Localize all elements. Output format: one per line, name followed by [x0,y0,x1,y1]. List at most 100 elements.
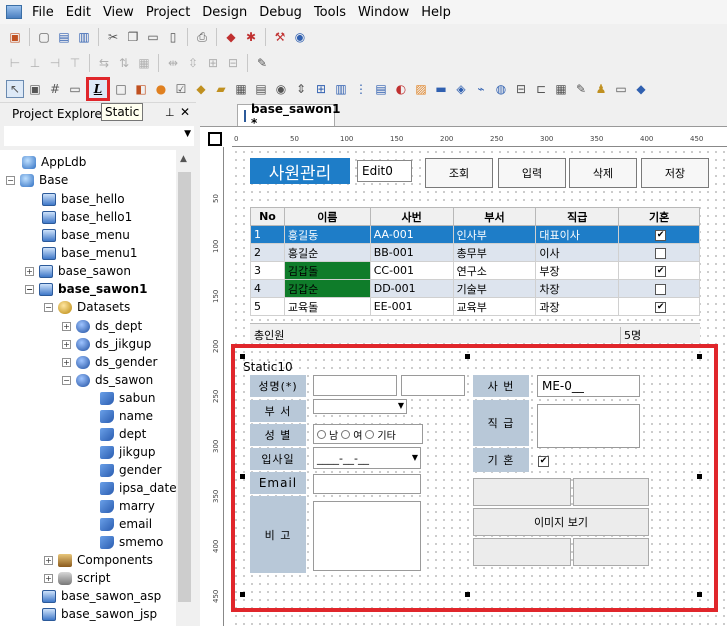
table-row[interactable]: 1 홍길동 AA-001 인사부 대표이사 ✔ [250,225,700,244]
row-marry[interactable] [618,243,700,262]
table-row[interactable]: 4 김갑순 DD-001 기술부 차장 [250,279,700,298]
expand-icon[interactable]: + [44,555,53,565]
resize-handle[interactable] [465,354,470,359]
tab-tool-icon[interactable]: ▥ [332,80,350,98]
resize-handle[interactable] [697,354,702,359]
tree-item[interactable]: dept [100,425,146,443]
menu-debug[interactable]: Debug [255,5,310,20]
calendar-tool-icon[interactable]: ▤ [372,80,390,98]
row-marry[interactable]: ✔ [618,225,700,244]
image-tool-icon[interactable]: ▦ [232,80,250,98]
pin-icon[interactable]: ✎ [253,54,271,72]
run-icon[interactable]: ✱ [242,28,260,46]
combo-tool-icon[interactable]: ◆ [192,80,210,98]
tree-item[interactable]: base_hello1 [42,208,132,226]
scrollbar-thumb[interactable] [178,172,191,602]
tree-item[interactable]: base_menu [42,226,130,244]
delete-button[interactable]: 삭제 [569,158,637,188]
expand-icon[interactable]: + [62,321,71,331]
menu-file[interactable]: File [28,5,62,20]
resize-handle[interactable] [697,474,702,479]
tree-item[interactable]: − ds_sawon [62,371,153,389]
tree-item[interactable]: marry [100,497,155,515]
row-marry[interactable]: ✔ [618,261,700,280]
listbox-tool-icon[interactable]: ▤ [252,80,270,98]
table-row[interactable]: 5 교육돌 EE-001 교육부 과장 ✔ [250,297,700,316]
center-horizontal-icon[interactable]: ⊞ [204,54,222,72]
expand-icon[interactable]: + [62,357,71,367]
tree-item[interactable]: + ds_jikgup [62,335,151,353]
form-tool-icon[interactable]: ▭ [612,80,630,98]
employee-grid[interactable]: No 이름 사번 부서 직급 기혼 1 홍길동 AA-001 인사부 대표이사 … [250,207,700,316]
table-tool-icon[interactable]: ⊞ [312,80,330,98]
tree-item[interactable]: base_menu1 [42,244,138,262]
tree-item[interactable]: base_sawon_jsp [42,605,157,623]
progress-tool-icon[interactable]: ▬ [432,80,450,98]
collapse-icon[interactable]: − [6,175,15,185]
pointer-icon[interactable]: ↖ [6,80,24,98]
tree-item[interactable]: sabun [100,389,155,407]
checkbox-checked-icon[interactable]: ✔ [655,265,667,277]
split-tool-icon[interactable]: ⊟ [512,80,530,98]
tree-item[interactable]: ipsa_date [100,479,176,497]
pen-tool-icon[interactable]: ✎ [572,80,590,98]
search-button[interactable]: 조회 [425,158,493,188]
user-tool-icon[interactable]: ♟ [592,80,610,98]
paste-icon[interactable]: ▭ [144,28,162,46]
tools-icon[interactable]: ⚒ [271,28,289,46]
expand-icon[interactable]: + [44,573,53,583]
row-marry[interactable]: ✔ [618,297,700,316]
tree-tool-icon[interactable]: ⋮ [352,80,370,98]
close-icon[interactable]: ✕ [180,105,190,119]
shapes-icon[interactable]: ◧ [132,80,150,98]
table-row[interactable]: 3 김갑돌 CC-001 연구소 부장 ✔ [250,261,700,280]
edit-tool-icon[interactable]: ▰ [212,80,230,98]
checkbox-tool-icon[interactable]: ☑ [172,80,190,98]
copy-icon[interactable]: ❐ [124,28,142,46]
align-left-icon[interactable]: ⊢ [6,54,24,72]
menu-edit[interactable]: Edit [62,5,99,20]
tree-item[interactable]: + ds_dept [62,317,142,335]
grid-icon[interactable]: # [46,80,64,98]
pin-icon[interactable]: ⊥ [165,106,175,119]
menu-design[interactable]: Design [198,5,255,20]
build-icon[interactable]: ◆ [222,28,240,46]
row-marry[interactable] [618,279,700,298]
resize-handle[interactable] [465,592,470,597]
tree-item[interactable]: + Components [44,551,153,569]
menu-view[interactable]: View [99,5,142,20]
browser-tool-icon[interactable]: ◍ [492,80,510,98]
open-project-icon[interactable]: ▣ [6,28,24,46]
clipboard-icon[interactable]: ▯ [164,28,182,46]
tree-item[interactable]: base_sawon_asp [42,587,161,605]
align-top-icon[interactable]: ⊤ [66,54,84,72]
tree-item[interactable]: AppLdb [22,153,86,171]
same-width-icon[interactable]: ⇆ [95,54,113,72]
open-icon[interactable]: ▤ [55,28,73,46]
menu-help[interactable]: Help [417,5,459,20]
flash-tool-icon[interactable]: ⌁ [472,80,490,98]
space-vertical-icon[interactable]: ⇳ [184,54,202,72]
scroll-up-icon[interactable]: ▲ [180,154,187,164]
table-row[interactable]: 2 홍길순 BB-001 총무부 이사 [250,243,700,262]
help-icon[interactable]: ◉ [291,28,309,46]
align-right-icon[interactable]: ⊣ [46,54,64,72]
activex-tool-icon[interactable]: ◈ [452,80,470,98]
same-size-icon[interactable]: ▦ [135,54,153,72]
resize-handle[interactable] [240,474,245,479]
collapse-icon[interactable]: − [25,284,34,294]
expand-icon[interactable]: + [25,266,34,276]
ellipse-icon[interactable]: ● [152,80,170,98]
static-tool-icon[interactable]: L [86,77,110,101]
same-height-icon[interactable]: ⇅ [115,54,133,72]
document-tab[interactable]: base_sawon1 * [237,102,340,130]
checkbox-checked-icon[interactable]: ✔ [655,301,667,313]
radio-tool-icon[interactable]: ◉ [272,80,290,98]
cal-tool-icon[interactable]: ▦ [552,80,570,98]
cut-icon[interactable]: ✂ [104,28,122,46]
print-icon[interactable]: ⎙ [193,28,211,46]
column-header[interactable]: 사번 [369,207,454,226]
cube-tool-icon[interactable]: ◆ [632,80,650,98]
menu-tools[interactable]: Tools [310,5,354,20]
tree-item[interactable]: + base_sawon [25,262,131,280]
